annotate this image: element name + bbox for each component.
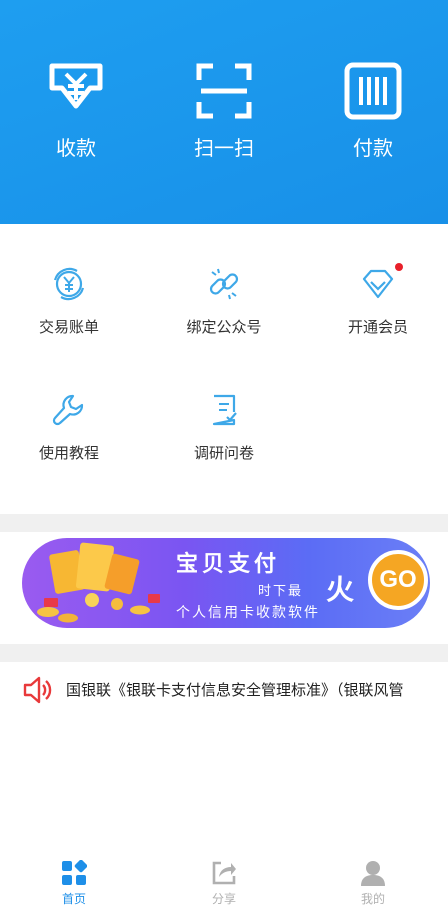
coin-illustration — [37, 542, 160, 623]
grid-item-membership[interactable]: 开通会员 — [303, 266, 448, 337]
notice-bar[interactable]: 国银联《银联卡支付信息安全管理标准》（银联风管 — [0, 662, 448, 718]
banner-subtitle: 时下最 — [258, 584, 304, 599]
header-panel: 收款 扫一扫 付款 — [0, 0, 448, 224]
grid-label-survey: 调研问卷 — [193, 444, 254, 462]
grid-label-bind-account: 绑定公众号 — [186, 318, 262, 336]
grid-item-tutorial[interactable]: 使用教程 — [0, 392, 144, 463]
bottom-tab-bar: 首页 分享 我的 — [0, 850, 448, 916]
speaker-icon — [23, 676, 52, 704]
scan-label: 扫一扫 — [194, 136, 254, 160]
receive-button[interactable]: 收款 — [16, 62, 136, 161]
receive-label: 收款 — [56, 136, 96, 160]
home-grid-icon — [62, 860, 87, 885]
function-grid: 交易账单 绑定公众号 开通会员 使用教程 调研问卷 — [0, 224, 448, 514]
tab-profile[interactable]: 我的 — [333, 860, 413, 907]
tab-share-label: 分享 — [211, 892, 236, 906]
membership-badge — [395, 263, 403, 271]
link-icon — [209, 268, 239, 300]
banner-title: 宝贝支付 — [176, 551, 281, 577]
grid-label-membership: 开通会员 — [347, 318, 408, 336]
pay-label: 付款 — [353, 136, 393, 160]
survey-icon — [212, 394, 237, 426]
yuan-cycle-icon — [53, 267, 85, 301]
wrench-icon — [52, 394, 84, 426]
banner-section: 宝贝支付 时下最 火 个人信用卡收款软件 GO — [0, 532, 448, 644]
diamond-icon — [362, 269, 394, 299]
tab-home-label: 首页 — [61, 892, 86, 906]
grid-item-transactions[interactable]: 交易账单 — [0, 266, 144, 337]
yuan-download-icon — [49, 63, 103, 109]
barcode-icon — [344, 62, 402, 120]
user-icon — [361, 861, 385, 886]
tab-share[interactable]: 分享 — [184, 860, 264, 907]
tab-profile-label: 我的 — [360, 892, 385, 906]
banner-tagline: 个人信用卡收款软件 — [176, 605, 320, 621]
grid-item-survey[interactable]: 调研问卷 — [149, 392, 299, 463]
share-icon — [212, 861, 236, 885]
go-button[interactable]: GO — [368, 550, 428, 610]
section-divider — [0, 514, 448, 532]
tab-home[interactable]: 首页 — [34, 860, 114, 907]
grid-label-transactions: 交易账单 — [38, 318, 99, 336]
scan-icon — [196, 63, 252, 119]
grid-label-tutorial: 使用教程 — [38, 444, 99, 462]
promo-banner[interactable]: 宝贝支付 时下最 火 个人信用卡收款软件 GO — [22, 538, 430, 628]
grid-item-bind-account[interactable]: 绑定公众号 — [149, 266, 299, 337]
banner-hot-text: 火 — [326, 573, 355, 606]
section-divider — [0, 644, 448, 662]
pay-button[interactable]: 付款 — [313, 62, 433, 161]
notice-text: 国银联《银联卡支付信息安全管理标准》（银联风管 — [66, 681, 404, 699]
scan-button[interactable]: 扫一扫 — [164, 62, 284, 161]
